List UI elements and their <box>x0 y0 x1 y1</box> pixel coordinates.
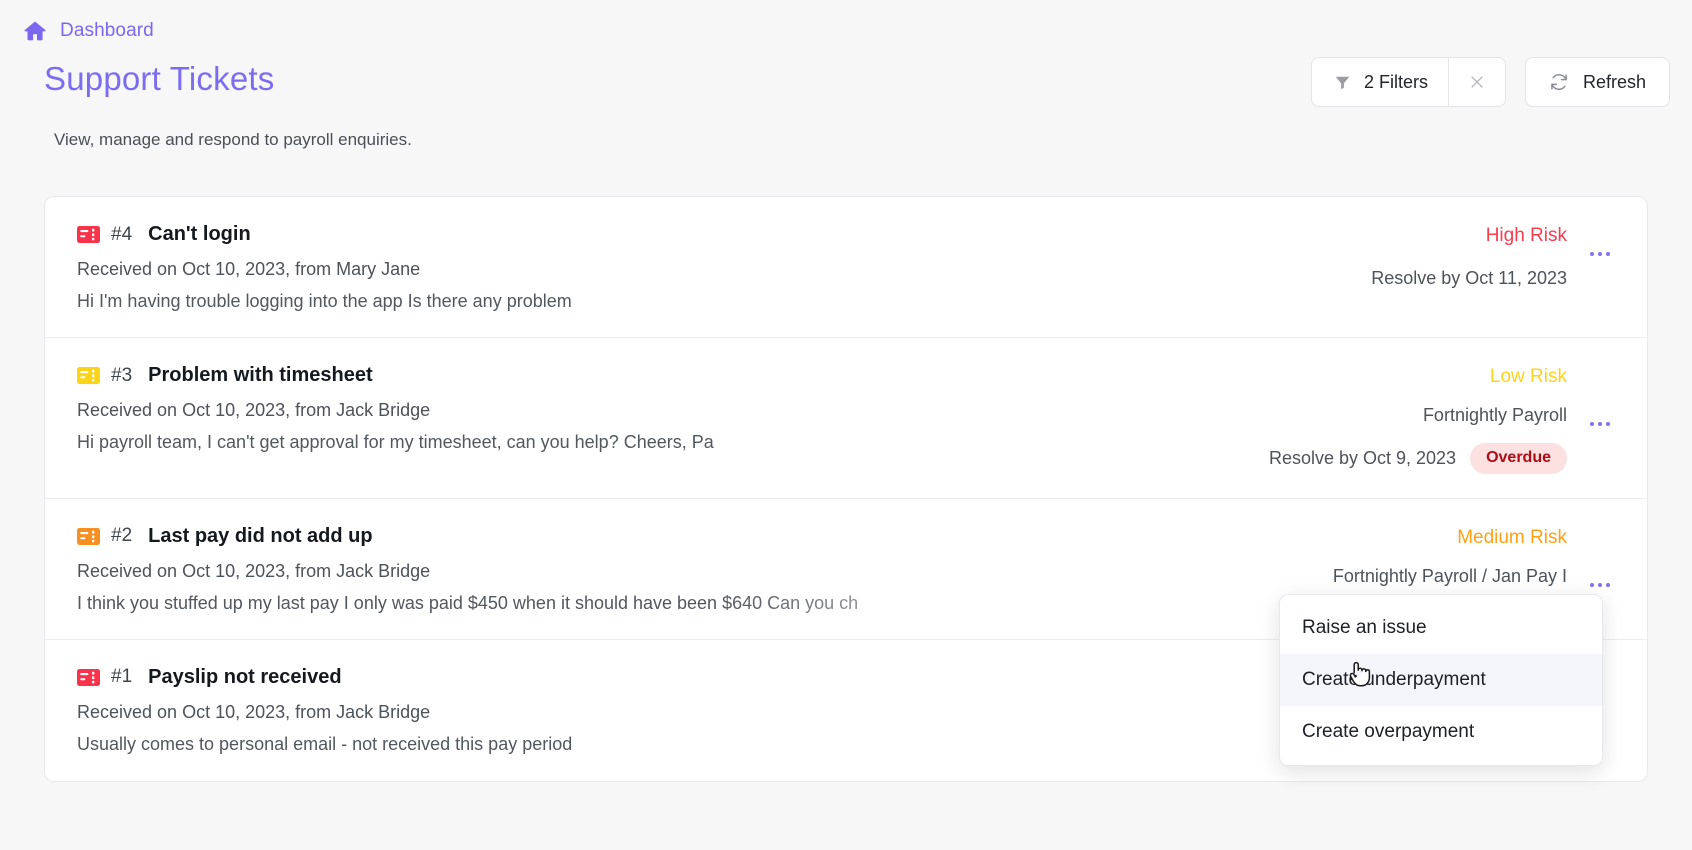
ticket-number: #1 <box>111 666 133 688</box>
ticket-icon <box>77 226 100 243</box>
kebab-menu-icon <box>1598 252 1602 256</box>
ticket-icon <box>77 668 100 686</box>
home-icon <box>22 18 48 44</box>
kebab-menu-icon <box>1590 582 1594 587</box>
refresh-icon <box>1549 72 1569 92</box>
risk-badge: Low Risk <box>1489 366 1567 387</box>
status-badge: Overdue <box>1470 442 1567 474</box>
ticket-number: #2 <box>111 525 133 547</box>
ticket-body-wrap: Usually comes to personal email - not re… <box>77 734 1117 755</box>
ticket-side: Medium Risk Fortnightly Payroll / Jan Pa… <box>1333 525 1617 598</box>
ticket-side-text: High Risk Resolve by Oct 11, 2023 <box>1371 225 1567 289</box>
ticket-body-wrap: I think you stuffed up my last pay I onl… <box>77 593 1117 614</box>
ticket-body-wrap: Hi I'm having trouble logging into the a… <box>77 291 1117 312</box>
row-context-menu: Raise an issue Create underpayment Creat… <box>1279 594 1603 766</box>
payroll-name: Fortnightly Payroll <box>1422 404 1567 425</box>
kebab-menu-icon <box>1590 422 1594 426</box>
ticket-heading: #3 Problem with timesheet <box>77 364 1269 387</box>
page-subtitle: View, manage and respond to payroll enqu… <box>54 130 412 149</box>
ticket-side-text: Low Risk Fortnightly Payroll Resolve by … <box>1269 366 1567 474</box>
resolve-line: Resolve by Oct 9, 2023 Overdue <box>1268 442 1567 474</box>
ticket-title: Payslip not received <box>148 665 342 688</box>
kebab-menu-icon <box>1606 422 1610 426</box>
ticket-main: #2 Last pay did not add up Received on O… <box>77 525 1333 614</box>
support-tickets-page: Dashboard Support Tickets View, manage a… <box>0 0 1692 850</box>
ticket-heading: #4 Can't login <box>77 223 1371 246</box>
menu-item-create-overpayment[interactable]: Create overpayment <box>1280 706 1602 758</box>
refresh-button[interactable]: Refresh <box>1524 57 1670 107</box>
ticket-title: Problem with timesheet <box>148 364 373 386</box>
ticket-body-wrap: Hi payroll team, I can't get approval fo… <box>77 432 1117 453</box>
ticket-meta: Received on Oct 10, 2023, from Mary Jane <box>77 259 421 279</box>
ticket-body: Usually comes to personal email - not re… <box>77 733 573 754</box>
resolve-by: Resolve by Oct 9, 2023 <box>1268 447 1457 468</box>
payroll-name: Fortnightly Payroll / Jan Pay I <box>1332 565 1567 586</box>
table-row[interactable]: #3 Problem with timesheet Received on Oc… <box>45 338 1647 499</box>
menu-item-raise-an-issue[interactable]: Raise an issue <box>1280 602 1602 654</box>
kebab-menu-icon <box>1598 582 1602 587</box>
filters-group: 2 Filters <box>1310 57 1506 107</box>
kebab-menu-icon <box>1606 252 1610 256</box>
ticket-side-text: Medium Risk Fortnightly Payroll / Jan Pa… <box>1333 527 1567 587</box>
ticket-icon <box>77 367 100 384</box>
ticket-heading: #2 Last pay did not add up <box>77 525 1333 548</box>
ticket-body: Hi payroll team, I can't get approval fo… <box>77 432 714 452</box>
ticket-meta: Received on Oct 10, 2023, from Jack Brid… <box>77 701 431 722</box>
kebab-menu-icon <box>1590 252 1594 256</box>
clear-filters-button[interactable] <box>1449 58 1505 106</box>
breadcrumb-label[interactable]: Dashboard <box>60 20 154 42</box>
ticket-meta: Received on Oct 10, 2023, from Jack Brid… <box>77 560 431 581</box>
row-menu-button[interactable] <box>1583 411 1617 437</box>
ticket-number: #3 <box>111 364 133 386</box>
ticket-side: High Risk Resolve by Oct 11, 2023 <box>1371 223 1617 289</box>
risk-badge: Medium Risk <box>1457 526 1567 548</box>
resolve-line: Resolve by Oct 11, 2023 <box>1371 268 1567 289</box>
header-actions: 2 Filters Refresh <box>1310 57 1670 107</box>
ticket-meta: Received on Oct 10, 2023, from Jack Brid… <box>77 400 431 420</box>
ticket-body: Hi I'm having trouble logging into the a… <box>77 291 572 311</box>
page-title: Support Tickets <box>44 60 275 97</box>
risk-badge: High Risk <box>1485 225 1567 246</box>
close-icon <box>1468 73 1486 91</box>
ticket-main: #4 Can't login Received on Oct 10, 2023,… <box>77 223 1371 312</box>
table-row[interactable]: #4 Can't login Received on Oct 10, 2023,… <box>45 197 1647 338</box>
kebab-menu-icon <box>1606 582 1610 587</box>
ticket-main: #3 Problem with timesheet Received on Oc… <box>77 364 1269 453</box>
breadcrumb[interactable]: Dashboard <box>22 18 154 44</box>
resolve-by: Resolve by Oct 11, 2023 <box>1371 267 1567 288</box>
kebab-menu-icon <box>1598 422 1602 426</box>
ticket-title: Can't login <box>148 223 251 245</box>
ticket-number: #4 <box>111 223 133 245</box>
refresh-label: Refresh <box>1582 71 1646 92</box>
ticket-icon <box>77 527 100 545</box>
menu-item-create-underpayment[interactable]: Create underpayment <box>1280 654 1602 706</box>
ticket-body: I think you stuffed up my last pay I onl… <box>77 592 859 613</box>
ticket-side: Low Risk Fortnightly Payroll Resolve by … <box>1269 364 1617 474</box>
ticket-title: Last pay did not add up <box>148 524 373 547</box>
filters-label: 2 Filters <box>1363 71 1428 92</box>
filters-button[interactable]: 2 Filters <box>1312 58 1448 106</box>
funnel-icon <box>1334 74 1351 91</box>
row-menu-button[interactable] <box>1583 241 1617 267</box>
ticket-main: #1 Payslip not received Received on Oct … <box>77 666 1370 755</box>
ticket-heading: #1 Payslip not received <box>77 666 1370 689</box>
